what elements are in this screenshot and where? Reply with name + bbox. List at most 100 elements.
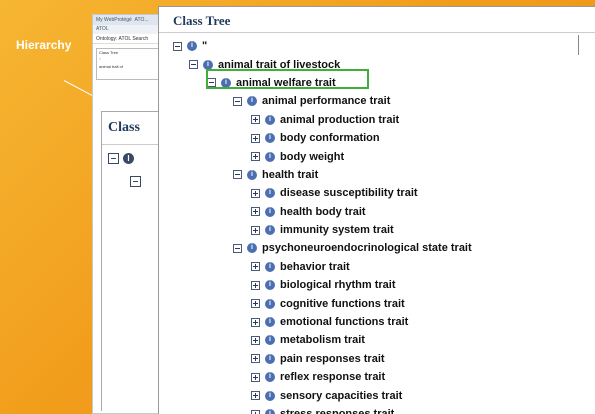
tree-node-row[interactable]: i biological rhythm trait	[159, 276, 595, 294]
collapse-icon[interactable]	[207, 78, 216, 88]
expand-icon[interactable]	[251, 409, 260, 414]
tree-node-row[interactable]: i disease susceptibility trait	[159, 184, 595, 202]
tree-root-label: "	[202, 40, 208, 53]
tree-node-row[interactable]: i health body trait	[159, 203, 595, 221]
class-icon: i	[265, 317, 275, 328]
class-tree: i " i animal trait of livestock i animal we…	[159, 33, 595, 414]
collapse-icon[interactable]	[108, 153, 119, 164]
collapse-icon[interactable]	[233, 243, 242, 253]
class-icon: i	[265, 114, 275, 125]
tree-node-row[interactable]: i animal production trait	[159, 111, 595, 129]
tree-node-row[interactable]: i metabolism trait	[159, 331, 595, 349]
class-icon: i	[265, 151, 275, 162]
expand-icon[interactable]	[251, 280, 260, 290]
expand-icon[interactable]	[251, 225, 260, 235]
tree-node-row[interactable]: i body weight	[159, 147, 595, 165]
tree-node-label: psychoneuroendocrinological state trait	[262, 242, 472, 255]
tree-node-row[interactable]: i animal performance trait	[159, 92, 595, 110]
expand-icon[interactable]	[251, 207, 260, 217]
class-icon: i	[247, 243, 257, 254]
bg-mini-root: "	[99, 57, 101, 62]
collapse-icon[interactable]	[233, 96, 242, 106]
collapse-icon[interactable]	[173, 41, 182, 51]
bg-mini-item: animal trait of	[99, 64, 124, 69]
tree-node-label: health body trait	[280, 205, 366, 218]
bg-mini-class-tree: Class Tree " animal trait of	[96, 48, 160, 80]
tree-node-label: animal welfare trait	[236, 76, 336, 89]
class-icon: i	[265, 280, 275, 291]
tree-node-row[interactable]: i body conformation	[159, 129, 595, 147]
tree-node-row[interactable]: i emotional functions trait	[159, 313, 595, 331]
bg-mini-panel-title: Class Tree	[99, 50, 119, 55]
tree-node-row[interactable]: i animal trait of livestock	[159, 55, 595, 73]
class-icon: i	[187, 41, 197, 52]
tree-node-label: metabolism trait	[280, 334, 365, 347]
bg-tab-atol[interactable]: ATO...	[135, 17, 149, 23]
tree-node-label: emotional functions trait	[280, 316, 409, 329]
class-icon: i	[265, 206, 275, 217]
tree-node-row[interactable]: i cognitive functions trait	[159, 294, 595, 312]
tree-node-label: reflex response trait	[280, 371, 386, 384]
tree-root-row[interactable]: i "	[159, 37, 595, 55]
class-icon: i	[247, 169, 257, 180]
bg-root-row: I	[102, 145, 161, 164]
tree-node-label: animal trait of livestock	[218, 58, 341, 71]
class-icon: i	[265, 390, 275, 401]
bg-child-row	[102, 164, 161, 192]
tree-node-row[interactable]: i animal welfare trait	[159, 74, 595, 92]
class-icon: i	[265, 353, 275, 364]
tree-node-row[interactable]: i sensory capacities trait	[159, 386, 595, 404]
tree-node-row[interactable]: i reflex response trait	[159, 368, 595, 386]
tree-node-row[interactable]: i immunity system trait	[159, 221, 595, 239]
bg-tab-my-webprotege[interactable]: My WebProtégé	[96, 17, 132, 23]
tree-node-row[interactable]: i psychoneuroendocrinological state trait	[159, 239, 595, 257]
expand-icon[interactable]	[251, 372, 260, 382]
expand-icon[interactable]	[251, 317, 260, 327]
tree-node-row[interactable]: i pain responses trait	[159, 350, 595, 368]
tree-node-label: disease susceptibility trait	[280, 187, 418, 200]
expand-icon[interactable]	[251, 115, 260, 125]
panel-title: Class Tree	[159, 7, 595, 33]
expand-icon[interactable]	[251, 152, 260, 162]
tree-node-label: body conformation	[280, 132, 380, 145]
collapse-icon[interactable]	[189, 60, 198, 70]
class-icon: i	[265, 188, 275, 199]
expand-icon[interactable]	[251, 133, 260, 143]
tree-node-label: stress responses trait	[280, 408, 395, 414]
tree-node-label: immunity system trait	[280, 224, 394, 237]
expand-icon[interactable]	[251, 188, 260, 198]
expand-icon[interactable]	[251, 262, 260, 272]
tree-node-label: pain responses trait	[280, 352, 385, 365]
collapse-icon[interactable]	[130, 176, 141, 187]
class-icon: i	[265, 133, 275, 144]
bg-subtab-atol[interactable]: ATOL	[96, 26, 109, 32]
tree-node-label: animal performance trait	[262, 95, 391, 108]
bg-class-panel: Class I	[101, 111, 161, 411]
expand-icon[interactable]	[251, 299, 260, 309]
class-icon: i	[265, 261, 275, 272]
tree-node-label: health trait	[262, 168, 319, 181]
class-icon: i	[203, 59, 213, 70]
class-icon: i	[265, 409, 275, 414]
expand-icon[interactable]	[251, 335, 260, 345]
tree-node-label: animal production trait	[280, 113, 400, 126]
class-tree-panel: Class Tree i " i animal trait of livestoc…	[158, 6, 595, 414]
tree-node-label: biological rhythm trait	[280, 279, 396, 292]
tree-node-label: body weight	[280, 150, 345, 163]
tree-node-row[interactable]: i behavior trait	[159, 258, 595, 276]
tree-node-row[interactable]: i stress responses trait	[159, 405, 595, 414]
expand-icon[interactable]	[251, 354, 260, 364]
class-icon: i	[265, 335, 275, 346]
class-icon: i	[221, 77, 231, 88]
background-screenshot: My WebProtégé ATO... ATOL Ontology: ATOL…	[92, 14, 164, 414]
tree-node-row[interactable]: i health trait	[159, 166, 595, 184]
tree-node-label: cognitive functions trait	[280, 297, 405, 310]
hierarchy-caption: Hierarchy	[16, 38, 72, 52]
class-icon: i	[265, 372, 275, 383]
expand-icon[interactable]	[251, 391, 260, 401]
class-icon: I	[123, 153, 134, 164]
collapse-icon[interactable]	[233, 170, 242, 180]
bg-class-title: Class	[108, 120, 140, 135]
tree-node-label: sensory capacities trait	[280, 389, 403, 402]
bg-ontology-line: Ontology: ATOL Search	[93, 34, 163, 44]
